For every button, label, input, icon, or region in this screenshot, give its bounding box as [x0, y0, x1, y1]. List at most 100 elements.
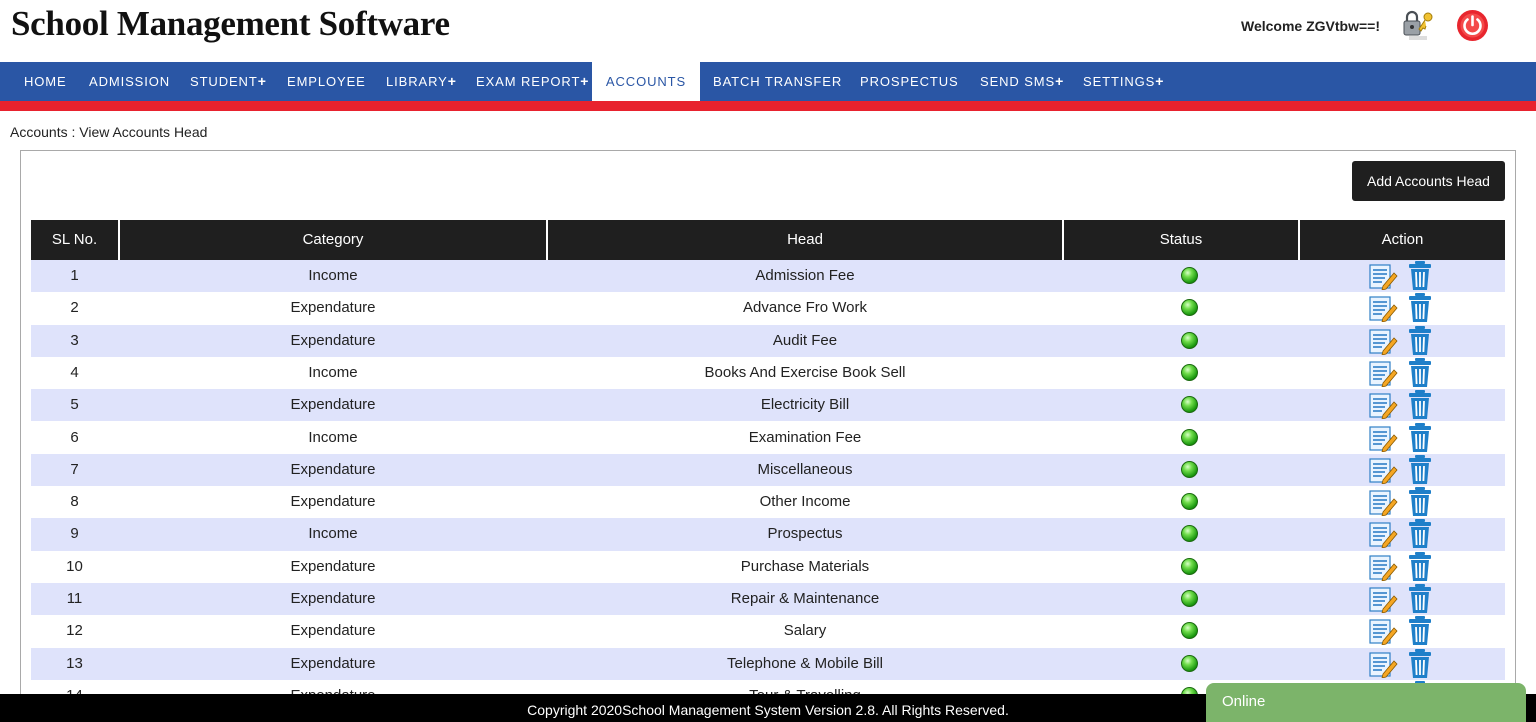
nav-item-label: SETTINGS [1083, 74, 1156, 89]
cell-action [1300, 389, 1505, 421]
edit-icon[interactable] [1368, 553, 1398, 582]
table-row: 11 Expendature Repair & Maintenance [31, 583, 1505, 616]
power-icon[interactable] [1456, 9, 1489, 42]
cell-status [1040, 292, 1340, 324]
delete-icon[interactable] [1406, 648, 1434, 679]
cell-head: Salary [783, 622, 827, 640]
cell-sl-no: 7 [70, 460, 79, 478]
column-header-sl: SL No. [31, 220, 118, 260]
cell-category: Expendature [290, 493, 376, 511]
cell-action [1300, 325, 1505, 357]
delete-icon[interactable] [1406, 325, 1434, 356]
table-row: 10 Expendature Purchase Materials [31, 550, 1505, 583]
cell-action [1300, 292, 1505, 324]
edit-icon[interactable] [1368, 456, 1398, 485]
edit-icon[interactable] [1368, 359, 1398, 388]
active-status-icon [1181, 299, 1198, 317]
cell-sl-no: 12 [66, 622, 83, 640]
delete-icon[interactable] [1406, 292, 1434, 323]
add-accounts-head-button[interactable]: Add Accounts Head [1352, 161, 1505, 201]
cell-head: Audit Fee [772, 331, 838, 349]
delete-icon[interactable] [1406, 551, 1434, 582]
cell-status [1040, 357, 1340, 389]
cell-category: Income [308, 267, 358, 284]
nav-item-label: LIBRARY [386, 74, 448, 89]
active-status-icon [1181, 460, 1198, 478]
welcome-text: Welcome ZGVtbw==! [1241, 18, 1380, 34]
nav-item-exam-report[interactable]: EXAM REPORT+ [476, 62, 588, 101]
chat-online-widget[interactable]: Online [1206, 683, 1526, 722]
edit-icon[interactable] [1368, 650, 1398, 679]
cell-category: Expendature [290, 654, 376, 672]
column-header-category: Category [120, 220, 546, 260]
table-row: 8 Expendature Other Income [31, 486, 1505, 519]
table-row: 3 Expendature Audit Fee [31, 324, 1505, 357]
delete-icon[interactable] [1406, 518, 1434, 549]
delete-icon[interactable] [1406, 583, 1434, 614]
edit-icon[interactable] [1368, 520, 1398, 549]
delete-icon[interactable] [1406, 260, 1434, 291]
nav-item-student[interactable]: STUDENT+ [190, 62, 266, 101]
edit-icon[interactable] [1368, 391, 1398, 420]
edit-icon[interactable] [1368, 424, 1398, 453]
nav-item-batch-transfer[interactable]: BATCH TRANSFER [713, 62, 842, 101]
cell-sl-no: 11 [66, 590, 83, 607]
cell-sl-no: 9 [70, 525, 79, 543]
table-row: 5 Expendature Electricity Bill [31, 389, 1505, 422]
cell-category: Expendature [290, 331, 376, 349]
nav-item-send-sms[interactable]: SEND SMS+ [980, 62, 1063, 101]
column-header-head: Head [548, 220, 1062, 260]
edit-icon[interactable] [1368, 585, 1398, 614]
change-password-icon[interactable] [1401, 9, 1435, 41]
table-row: 13 Expendature Telephone & Mobile Bill [31, 647, 1505, 680]
edit-icon[interactable] [1368, 488, 1398, 517]
edit-icon[interactable] [1368, 617, 1398, 646]
nav-accent-bar [0, 101, 1536, 111]
edit-icon[interactable] [1368, 262, 1398, 291]
table-header: SL No. Category Head Status Action [31, 220, 1505, 260]
nav-item-home[interactable]: HOME [24, 62, 67, 101]
cell-category: Income [308, 525, 358, 543]
delete-icon[interactable] [1406, 454, 1434, 485]
nav-item-employee[interactable]: EMPLOYEE [287, 62, 366, 101]
cell-status [1040, 518, 1340, 550]
cell-category: Income [308, 428, 358, 446]
nav-item-label: STUDENT [190, 74, 258, 89]
cell-action [1300, 486, 1505, 518]
delete-icon[interactable] [1406, 486, 1434, 517]
nav-item-label: ADMISSION [89, 74, 171, 89]
active-status-icon [1181, 590, 1198, 607]
nav-item-accounts[interactable]: ACCOUNTS [592, 62, 700, 101]
table-row: 2 Expendature Advance Fro Work [31, 292, 1505, 325]
cell-status [1040, 583, 1340, 615]
nav-item-prospectus[interactable]: PROSPECTUS [860, 62, 959, 101]
cell-action [1300, 518, 1505, 550]
active-status-icon [1181, 428, 1198, 446]
delete-icon[interactable] [1406, 615, 1434, 646]
cell-category: Income [308, 363, 358, 381]
active-status-icon [1181, 331, 1198, 349]
nav-item-label: SEND SMS [980, 74, 1056, 89]
page-root: School Management Software Welcome ZGVtb… [0, 0, 1536, 722]
cell-status [1040, 486, 1340, 518]
active-status-icon [1181, 557, 1198, 575]
nav-item-library[interactable]: LIBRARY+ [386, 62, 456, 101]
cell-sl-no: 1 [70, 267, 79, 284]
cell-action [1300, 583, 1505, 615]
cell-head: Prospectus [767, 525, 843, 543]
delete-icon[interactable] [1406, 357, 1434, 388]
cell-category: Expendature [290, 590, 376, 607]
table-row: 9 Income Prospectus [31, 518, 1505, 551]
delete-icon[interactable] [1406, 389, 1434, 420]
delete-icon[interactable] [1406, 422, 1434, 453]
submenu-plus-icon: + [257, 73, 266, 89]
nav-item-admission[interactable]: ADMISSION [89, 62, 170, 101]
cell-sl-no: 10 [66, 557, 83, 575]
active-status-icon [1181, 654, 1198, 672]
edit-icon[interactable] [1368, 294, 1398, 323]
cell-sl-no: 13 [66, 654, 83, 672]
nav-item-settings[interactable]: SETTINGS+ [1083, 62, 1163, 101]
edit-icon[interactable] [1368, 327, 1398, 356]
main-nav: HOME ADMISSION STUDENT+ EMPLOYEE LIBRARY+ EXA… [0, 62, 1536, 101]
active-status-icon [1181, 622, 1198, 640]
